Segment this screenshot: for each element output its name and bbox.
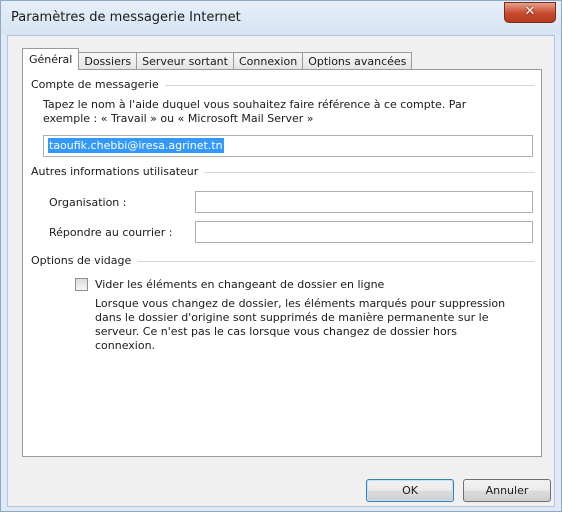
dialog-body: Général Dossiers Serveur sortant Connexi…: [7, 35, 555, 507]
ok-button[interactable]: OK: [366, 479, 454, 502]
tab-strip: Général Dossiers Serveur sortant Connexi…: [22, 48, 413, 70]
organisation-label: Organisation :: [49, 196, 127, 209]
tab-advanced[interactable]: Options avancées: [302, 52, 413, 70]
tab-general[interactable]: Général: [22, 48, 80, 70]
account-description: Tapez le nom à l'aide duquel vous souhai…: [43, 98, 538, 126]
title-bar: Paramètres de messagerie Internet ✕: [1, 1, 561, 35]
account-name-value: taoufik.chebbi@iresa.agrinet.tn: [48, 138, 224, 153]
purge-help-text: Lorsque vous changez de dossier, les élé…: [95, 297, 535, 353]
dialog-window: Paramètres de messagerie Internet ✕ Géné…: [0, 0, 562, 512]
organisation-input[interactable]: [195, 191, 533, 213]
tab-panel-general: Compte de messagerie Tapez le nom à l'ai…: [22, 69, 542, 457]
purge-group-title: Options de vidage: [31, 254, 138, 267]
purge-help-line: Lorsque vous changez de dossier, les élé…: [95, 297, 506, 310]
purge-checkbox-label: Vider les éléments en changeant de dossi…: [95, 278, 385, 291]
purge-help-line: connexion.: [95, 339, 156, 352]
account-name-input[interactable]: taoufik.chebbi@iresa.agrinet.tn: [43, 135, 533, 157]
account-description-line: Tapez le nom à l'aide duquel vous souhai…: [43, 98, 467, 111]
reply-label: Répondre au courrier :: [49, 226, 173, 239]
purge-checkbox[interactable]: [75, 278, 88, 291]
window-title: Paramètres de messagerie Internet: [11, 10, 241, 25]
purge-help-line: serveur. Ce n'est pas le cas lorsque vou…: [95, 325, 457, 338]
tab-outgoing-server[interactable]: Serveur sortant: [136, 52, 234, 70]
close-icon: ✕: [524, 4, 536, 19]
tab-folders[interactable]: Dossiers: [78, 52, 138, 70]
account-group-title: Compte de messagerie: [31, 78, 165, 91]
purge-help-line: dans le dossier d'origine sont supprimés…: [95, 311, 489, 324]
tab-connection[interactable]: Connexion: [232, 52, 304, 70]
reply-input[interactable]: [195, 221, 533, 243]
account-description-line: exemple : « Travail » ou « Microsoft Mai…: [43, 112, 314, 125]
cancel-button[interactable]: Annuler: [463, 479, 551, 502]
other-info-group-title: Autres informations utilisateur: [31, 165, 205, 178]
close-button[interactable]: ✕: [504, 2, 556, 23]
